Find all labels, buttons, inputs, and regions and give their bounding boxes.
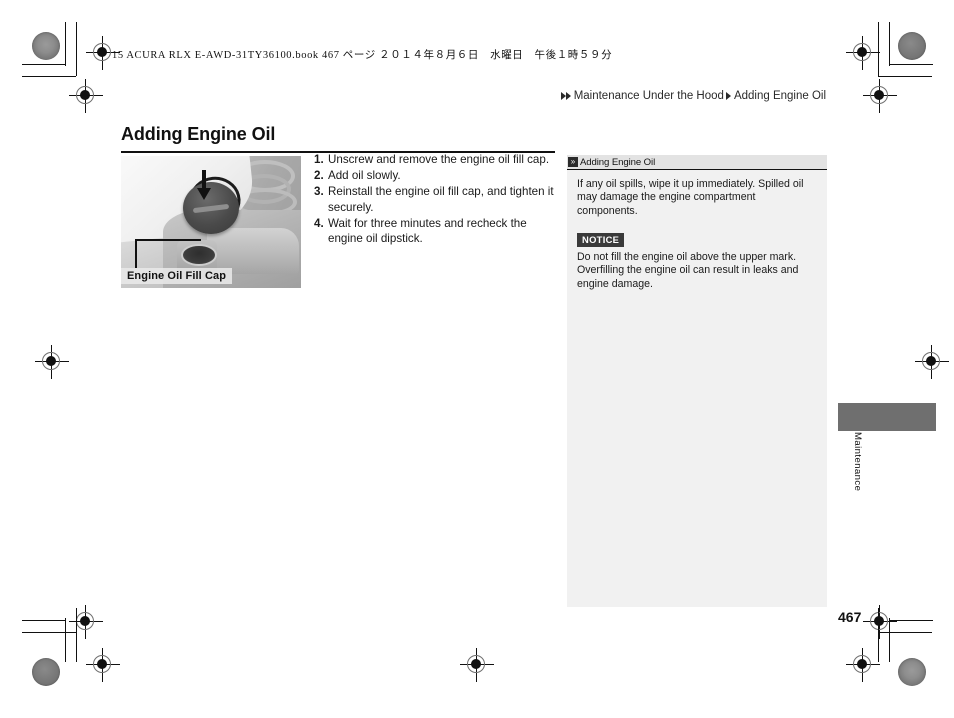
registration-mark-bottom-right-upper: [863, 605, 897, 639]
step-text: Add oil slowly.: [328, 169, 401, 183]
crop-line-bl-v2: [76, 608, 77, 662]
list-item: 3. Reinstall the engine oil fill cap, an…: [314, 184, 558, 215]
crop-line-tr-h1: [889, 64, 933, 65]
caption-leader-line-vertical: [135, 239, 137, 268]
printer-slug-line: 15 ACURA RLX E-AWD-31TY36100.book 467 ペー…: [112, 50, 613, 61]
instruction-step-list: 1. Unscrew and remove the engine oil fil…: [314, 152, 558, 248]
crop-line-br-h2: [878, 632, 932, 633]
registration-mark-bottom-left-upper: [69, 605, 103, 639]
crop-line-br-v2: [878, 608, 879, 662]
section-thumb-tab: [838, 403, 936, 431]
step-text: Reinstall the engine oil fill cap, and t…: [328, 185, 554, 214]
registration-mark-bottom-right-inner: [846, 648, 880, 682]
crop-line-tr-v2: [878, 22, 879, 76]
page-number: 467: [838, 609, 862, 625]
triangle-right-icon: [725, 92, 731, 100]
side-note-panel: » Adding Engine Oil If any oil spills, w…: [567, 155, 827, 607]
step-number: 1.: [314, 153, 324, 166]
crop-line-tl-h1: [22, 64, 66, 65]
side-panel-title: Adding Engine Oil: [580, 156, 656, 168]
crop-line-tl-v1: [65, 22, 66, 66]
step-number: 3.: [314, 185, 324, 199]
caption-leader-line-horizontal: [135, 239, 201, 241]
registration-mark-top-left-lower: [69, 79, 103, 113]
list-item: 2. Add oil slowly.: [314, 168, 558, 184]
photo-filler-opening: [181, 244, 217, 266]
breadcrumb-item-section[interactable]: Maintenance Under the Hood: [572, 90, 726, 102]
registration-mark-top-right-lower: [863, 79, 897, 113]
crop-line-tl-v2: [76, 22, 77, 76]
crop-line-tr-h2: [878, 76, 932, 77]
triangle-right-icon: [565, 92, 571, 100]
figure-caption: Engine Oil Fill Cap: [121, 268, 233, 284]
registration-mark-left-center: [35, 345, 69, 379]
page-title: Adding Engine Oil: [121, 124, 276, 144]
list-item: 4. Wait for three minutes and recheck th…: [314, 216, 558, 247]
crop-line-bl-h2: [22, 632, 76, 633]
side-panel-body: If any oil spills, wipe it up immediatel…: [567, 170, 827, 291]
section-thumb-tab-label: Maintenance: [852, 432, 863, 492]
step-number: 4.: [314, 216, 324, 230]
notice-text: Do not fill the engine oil above the upp…: [577, 250, 799, 290]
engine-oil-fill-cap-figure: Engine Oil Fill Cap: [121, 156, 301, 288]
halftone-dot-bottom-left: [32, 658, 60, 686]
registration-mark-top-right-inner: [846, 36, 880, 70]
halftone-dot-bottom-right: [898, 658, 926, 686]
halftone-dot-top-right: [898, 32, 926, 60]
registration-mark-right-center: [915, 345, 949, 379]
step-text: Unscrew and remove the engine oil fill c…: [328, 153, 550, 166]
crop-line-bl-h1: [22, 620, 66, 621]
registration-mark-bottom-center: [460, 648, 494, 682]
registration-mark-bottom-left-inner: [86, 648, 120, 682]
crop-line-tr-v1: [889, 22, 890, 66]
side-panel-paragraph: If any oil spills, wipe it up immediatel…: [577, 178, 804, 217]
step-text: Wait for three minutes and recheck the e…: [328, 216, 527, 246]
crop-line-tl-h2: [22, 76, 76, 77]
breadcrumb: Maintenance Under the Hood Adding Engine…: [560, 90, 828, 102]
crop-line-br-v1: [889, 618, 890, 662]
notice-badge: NOTICE: [577, 233, 625, 247]
crop-line-br-h1: [889, 620, 933, 621]
step-number: 2.: [314, 169, 324, 183]
breadcrumb-item-current[interactable]: Adding Engine Oil: [732, 90, 828, 102]
side-panel-header: » Adding Engine Oil: [567, 155, 827, 170]
list-item: 1. Unscrew and remove the engine oil fil…: [314, 152, 558, 168]
crop-line-bl-v1: [65, 618, 66, 662]
double-chevron-right-icon: »: [568, 157, 578, 167]
halftone-dot-top-left: [32, 32, 60, 60]
down-arrow-icon: [197, 170, 211, 200]
